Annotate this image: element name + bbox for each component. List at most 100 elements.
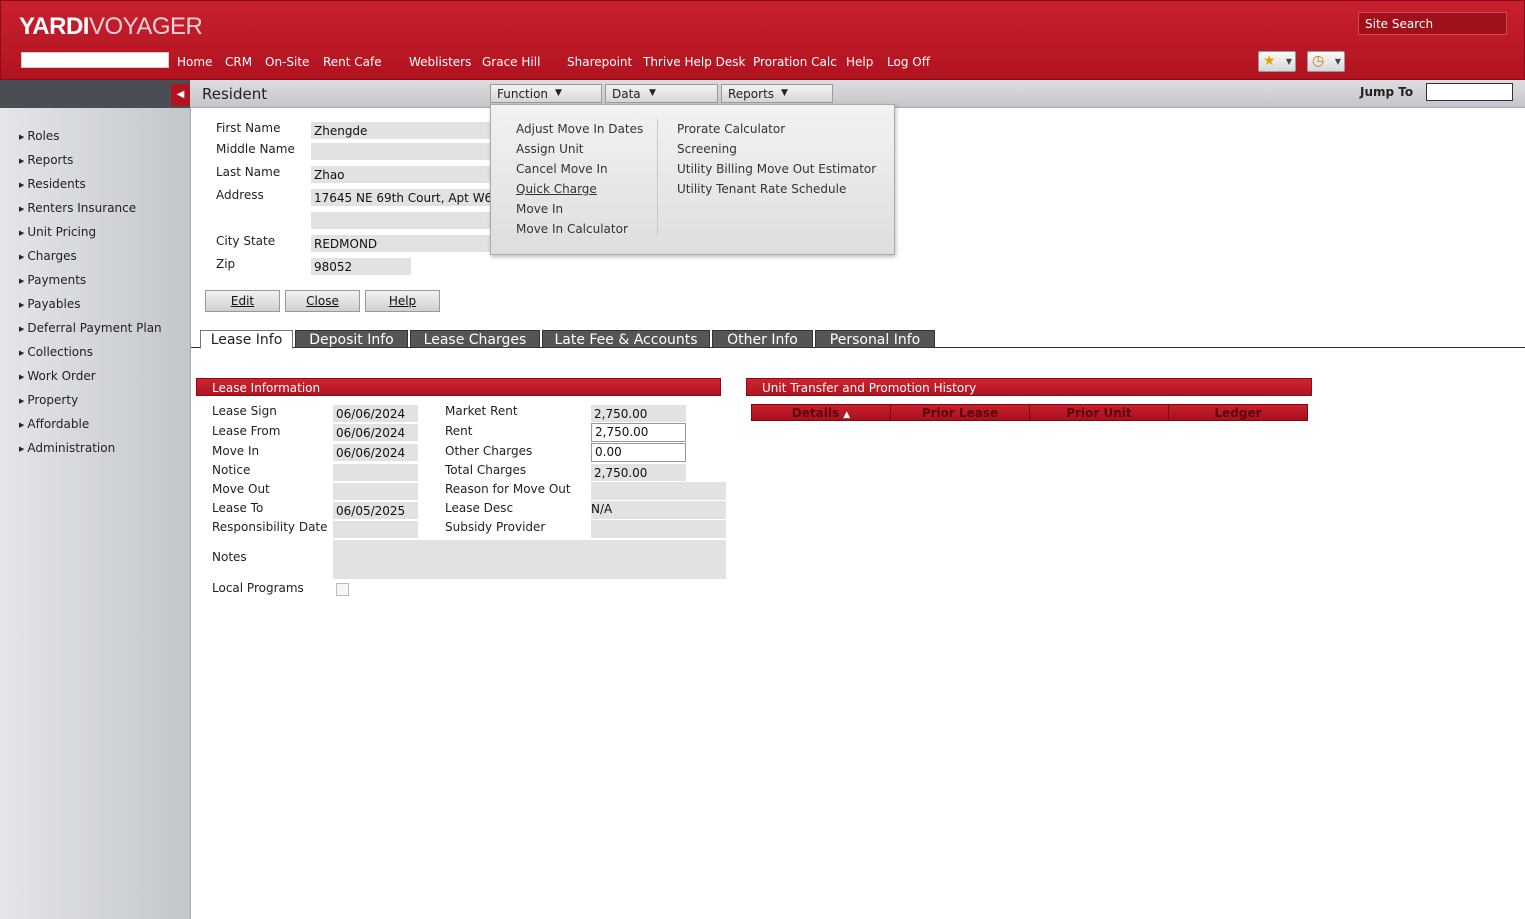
sidebar-item-label: Collections [27, 345, 93, 359]
nav-home[interactable]: Home [177, 55, 212, 69]
address-line1-field: 17645 NE 69th Court, Apt W649 [311, 189, 491, 206]
sidebar-item-residents[interactable]: ▶ Residents [19, 177, 86, 191]
lease-sign-label: Lease Sign [212, 404, 277, 418]
middle-name-label: Middle Name [216, 142, 295, 156]
sidebar-item-deferral-payment-plan[interactable]: ▶ Deferral Payment Plan [19, 321, 162, 335]
column-prior-unit[interactable]: Prior Unit [1029, 404, 1169, 421]
address-line2-field [311, 212, 491, 229]
nav-help[interactable]: Help [846, 55, 873, 69]
nav-weblisters[interactable]: Weblisters [409, 55, 471, 69]
other-charges-input[interactable]: 0.00 [591, 443, 686, 462]
middle-name-field [311, 143, 491, 160]
tab-late-fee-accounts[interactable]: Late Fee & Accounts [542, 330, 710, 348]
function-menu-button[interactable]: Function ▼ [490, 84, 602, 103]
caret-right-icon: ▶ [19, 421, 25, 429]
column-details[interactable]: Details ▲ [751, 404, 891, 421]
sidebar-item-renters-insurance[interactable]: ▶ Renters Insurance [19, 201, 136, 215]
data-menu-button[interactable]: Data ▼ [605, 84, 718, 103]
responsibility-date-label: Responsibility Date [212, 520, 328, 534]
collapse-sidebar-button[interactable]: ◀ [171, 84, 190, 106]
local-programs-label: Local Programs [212, 581, 304, 595]
sidebar-item-label: Charges [27, 249, 77, 263]
sidebar-item-roles[interactable]: ▶ Roles [19, 129, 60, 143]
last-name-label: Last Name [216, 165, 281, 179]
sidebar-item-collections[interactable]: ▶ Collections [19, 345, 93, 359]
clock-icon: ◷ [1312, 53, 1325, 69]
sidebar-item-label: Residents [27, 177, 86, 191]
function-dropdown-menu: Adjust Move In Dates Assign Unit Cancel … [490, 104, 895, 255]
city-state-label: City State [216, 234, 276, 248]
column-ledger[interactable]: Ledger [1168, 404, 1308, 421]
close-button[interactable]: Close [285, 290, 360, 312]
edit-button[interactable]: Edit [205, 290, 280, 312]
history-button[interactable]: ◷ ▼ [1307, 51, 1345, 72]
function-menu-label: Function [497, 87, 549, 101]
chevron-down-icon: ▼ [781, 88, 788, 98]
zip-label: Zip [216, 257, 236, 271]
sidebar-item-unit-pricing[interactable]: ▶ Unit Pricing [19, 225, 96, 239]
menu-item-move-in-calculator[interactable]: Move In Calculator [516, 222, 628, 236]
caret-right-icon: ▶ [19, 229, 25, 237]
yardi-logo[interactable]: YARDIVOYAGER [19, 13, 203, 41]
column-prior-lease[interactable]: Prior Lease [890, 404, 1030, 421]
menu-item-prorate-calculator[interactable]: Prorate Calculator [677, 122, 785, 136]
address-label: Address [216, 188, 264, 202]
sidebar-item-label: Administration [27, 441, 116, 455]
tab-deposit-info[interactable]: Deposit Info [295, 330, 408, 348]
property-search-input[interactable] [21, 52, 169, 68]
sidebar-item-affordable[interactable]: ▶ Affordable [19, 417, 89, 431]
responsibility-date-field [333, 521, 418, 538]
tab-lease-info[interactable]: Lease Info [200, 330, 293, 349]
nav-crm[interactable]: CRM [225, 55, 252, 69]
sidebar-item-payments[interactable]: ▶ Payments [19, 273, 86, 287]
menu-item-utility-tenant-rate-schedule[interactable]: Utility Tenant Rate Schedule [677, 182, 846, 196]
favorites-button[interactable]: ★ ▼ [1258, 51, 1296, 72]
local-programs-checkbox[interactable] [336, 583, 349, 596]
menu-item-quick-charge[interactable]: Quick Charge [516, 182, 597, 196]
sidebar-item-reports[interactable]: ▶ Reports [19, 153, 73, 167]
reports-menu-button[interactable]: Reports ▼ [721, 84, 833, 103]
nav-log-off[interactable]: Log Off [887, 55, 930, 69]
nav-sharepoint[interactable]: Sharepoint [567, 55, 632, 69]
move-out-label: Move Out [212, 482, 270, 496]
nav-on-site[interactable]: On-Site [265, 55, 309, 69]
lease-sign-field: 06/06/2024 [333, 405, 418, 422]
menu-item-adjust-move-in-dates[interactable]: Adjust Move In Dates [516, 122, 643, 136]
jump-to-label: Jump To [1360, 85, 1414, 99]
reason-move-out-label: Reason for Move Out [445, 482, 571, 496]
sidebar-item-label: Payments [27, 273, 87, 287]
city-state-field: REDMOND [311, 235, 491, 252]
nav-grace-hill[interactable]: Grace Hill [482, 55, 540, 69]
reports-menu-label: Reports [728, 87, 775, 101]
menu-item-move-in[interactable]: Move In [516, 202, 563, 216]
lease-desc-field: N/A [591, 501, 726, 519]
last-name-field: Zhao [311, 166, 491, 183]
help-button[interactable]: Help [365, 290, 440, 312]
menu-item-utility-billing-move-out-estimator[interactable]: Utility Billing Move Out Estimator [677, 162, 876, 176]
tab-other-info[interactable]: Other Info [712, 330, 813, 348]
sidebar-item-work-order[interactable]: ▶ Work Order [19, 369, 96, 383]
sidebar-item-charges[interactable]: ▶ Charges [19, 249, 77, 263]
menu-item-assign-unit[interactable]: Assign Unit [516, 142, 584, 156]
move-in-label: Move In [212, 444, 260, 458]
caret-right-icon: ▶ [19, 253, 25, 261]
nav-rent-cafe[interactable]: Rent Cafe [323, 55, 382, 69]
tab-personal-info[interactable]: Personal Info [815, 330, 935, 348]
site-search-input[interactable]: Site Search [1358, 12, 1507, 35]
sidebar-item-payables[interactable]: ▶ Payables [19, 297, 80, 311]
menu-item-screening[interactable]: Screening [677, 142, 737, 156]
sidebar: ▶ Roles ▶ Reports ▶ Residents ▶ Renters Insu… [0, 108, 191, 919]
chevron-left-icon: ◀ [176, 89, 185, 100]
sidebar-item-administration[interactable]: ▶ Administration [19, 441, 115, 455]
notes-label: Notes [212, 550, 247, 564]
jump-to-input[interactable] [1426, 83, 1513, 101]
sidebar-item-label: Unit Pricing [27, 225, 97, 239]
nav-proration-calc[interactable]: Proration Calc [753, 55, 837, 69]
menu-item-cancel-move-in[interactable]: Cancel Move In [516, 162, 608, 176]
rent-input[interactable]: 2,750.00 [591, 423, 686, 442]
chevron-down-icon: ▼ [555, 88, 562, 98]
sidebar-item-property[interactable]: ▶ Property [19, 393, 78, 407]
tab-lease-charges[interactable]: Lease Charges [410, 330, 540, 348]
menu-divider [657, 119, 658, 235]
nav-thrive-help-desk[interactable]: Thrive Help Desk [643, 55, 746, 69]
